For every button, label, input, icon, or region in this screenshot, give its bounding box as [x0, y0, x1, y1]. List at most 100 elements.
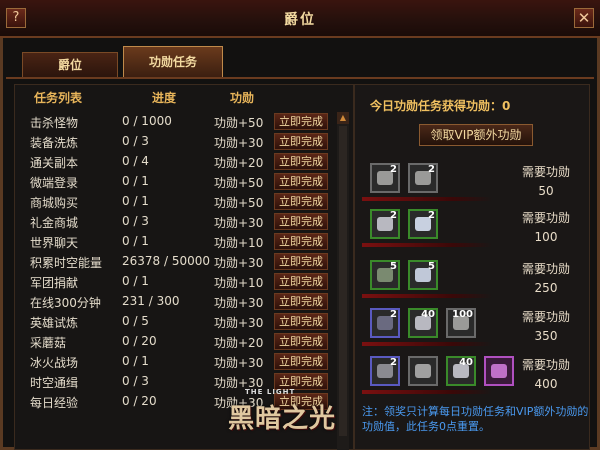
required-merit: 需要功勋 50: [506, 163, 586, 198]
task-progress: 0 / 1: [122, 194, 149, 208]
logo-subtitle: THE LIGHT: [245, 388, 296, 396]
reward-tier: 2 2 需要功勋 100: [362, 209, 590, 253]
task-progress: 0 / 1: [122, 174, 149, 188]
required-merit-label: 需要功勋: [521, 310, 570, 324]
table-row: 击杀怪物 0 / 1000 功勋+50 立即完成: [14, 112, 334, 132]
item-count: 40: [421, 309, 435, 320]
required-merit-value: 100: [534, 230, 558, 244]
header-progress: 进度: [152, 91, 177, 105]
logo-title: 黑暗之光: [228, 404, 337, 434]
reward-item-slot[interactable]: 2: [370, 209, 400, 239]
reward-item-slot[interactable]: 40: [446, 356, 476, 386]
game-logo: THE LIGHT 黑暗之光: [228, 388, 358, 448]
task-name: 微端登录: [30, 176, 79, 190]
table-row: 在线300分钟 231 / 300 功勋+30 立即完成: [14, 292, 334, 312]
tab-title[interactable]: 爵位: [22, 52, 118, 78]
task-name: 积累时空能量: [30, 256, 103, 270]
complete-now-button[interactable]: 立即完成: [274, 173, 328, 190]
complete-now-button[interactable]: 立即完成: [274, 113, 328, 130]
complete-now-button[interactable]: 立即完成: [274, 293, 328, 310]
required-merit: 需要功勋 400: [506, 356, 586, 391]
reward-item-slot[interactable]: [408, 356, 438, 386]
task-merit: 功勋+20: [214, 156, 264, 170]
reward-tier: 5 5 需要功勋 250: [362, 260, 590, 304]
table-row: 通关副本 0 / 4 功勋+20 立即完成: [14, 152, 334, 172]
reward-item-slot[interactable]: 2: [370, 163, 400, 193]
reward-note: 注：领奖只计算每日功勋任务和VIP额外功勋的功勋值，此任务0点重置。: [362, 405, 589, 433]
sword-icon: [415, 364, 431, 378]
complete-now-button[interactable]: 立即完成: [274, 213, 328, 230]
reward-item-slot[interactable]: 5: [370, 260, 400, 290]
complete-now-button[interactable]: 立即完成: [274, 153, 328, 170]
vip-claim-button[interactable]: 领取VIP额外功勋: [419, 124, 533, 146]
table-row: 冰火战场 0 / 1 功勋+30 立即完成: [14, 352, 334, 372]
reward-item-slot[interactable]: 100: [446, 308, 476, 338]
task-progress: 0 / 20: [122, 394, 157, 408]
close-button[interactable]: ✕: [574, 8, 594, 28]
tier-divider: [362, 243, 492, 247]
task-name: 击杀怪物: [30, 116, 79, 130]
reward-tier: 2 40 100 需要功勋 350: [362, 308, 590, 352]
item-count: 2: [428, 210, 435, 221]
tier-divider: [362, 390, 492, 394]
tier-divider: [362, 342, 492, 346]
item-count: 100: [452, 309, 473, 320]
header-merit: 功勋: [230, 91, 255, 105]
task-merit: 功勋+30: [214, 216, 264, 230]
required-merit-label: 需要功勋: [521, 262, 570, 276]
table-row: 礼金商城 0 / 3 功勋+30 立即完成: [14, 212, 334, 232]
task-merit: 功勋+30: [214, 136, 264, 150]
tab-divider: [6, 77, 594, 79]
task-progress: 0 / 3: [122, 374, 149, 388]
required-merit-label: 需要功勋: [521, 358, 570, 372]
reward-item-slot[interactable]: 2: [408, 209, 438, 239]
item-count: 2: [390, 357, 397, 368]
title-bar: ? 爵位 ✕: [0, 0, 600, 38]
task-rows: 击杀怪物 0 / 1000 功勋+50 立即完成 装备洗炼 0 / 3 功勋+30 立即完成通…: [14, 112, 334, 412]
table-row: 世界聊天 0 / 1 功勋+10 立即完成: [14, 232, 334, 252]
reward-item-slot[interactable]: 2: [408, 163, 438, 193]
complete-now-button[interactable]: 立即完成: [274, 313, 328, 330]
item-count: 2: [390, 210, 397, 221]
tier-divider: [362, 294, 492, 298]
task-name: 礼金商城: [30, 216, 79, 230]
task-name: 装备洗炼: [30, 136, 79, 150]
task-name: 商城购买: [30, 196, 79, 210]
complete-now-button[interactable]: 立即完成: [274, 333, 328, 350]
required-merit-value: 50: [538, 184, 554, 198]
reward-item-slot[interactable]: 40: [408, 308, 438, 338]
item-count: 2: [390, 164, 397, 175]
header-task-name: 任务列表: [34, 91, 83, 105]
task-progress: 231 / 300: [122, 294, 180, 308]
complete-now-button[interactable]: 立即完成: [274, 353, 328, 370]
reward-item-slot[interactable]: 2: [370, 308, 400, 338]
tier-divider: [362, 197, 492, 201]
reward-item-slot[interactable]: 5: [408, 260, 438, 290]
complete-now-button[interactable]: 立即完成: [274, 273, 328, 290]
task-name: 通关副本: [30, 156, 79, 170]
tab-merit-tasks[interactable]: 功勋任务: [123, 46, 223, 78]
complete-now-button[interactable]: 立即完成: [274, 253, 328, 270]
task-progress: 0 / 5: [122, 314, 149, 328]
item-count: 40: [459, 357, 473, 368]
required-merit-value: 400: [534, 377, 558, 391]
table-row: 英雄试炼 0 / 5 功勋+30 立即完成: [14, 312, 334, 332]
task-merit: 功勋+30: [214, 356, 264, 370]
window-title: 爵位: [284, 12, 316, 28]
table-row: 装备洗炼 0 / 3 功勋+30 立即完成: [14, 132, 334, 152]
task-merit: 功勋+50: [214, 116, 264, 130]
scroll-up-arrow-icon[interactable]: ▲: [337, 112, 349, 124]
task-progress: 0 / 1: [122, 274, 149, 288]
task-name: 每日经验: [30, 396, 79, 410]
task-name: 世界聊天: [30, 236, 79, 250]
reward-item-slot[interactable]: 2: [370, 356, 400, 386]
item-count: 2: [428, 164, 435, 175]
complete-now-button[interactable]: 立即完成: [274, 193, 328, 210]
complete-now-button[interactable]: 立即完成: [274, 133, 328, 150]
complete-now-button[interactable]: 立即完成: [274, 233, 328, 250]
task-merit: 功勋+30: [214, 296, 264, 310]
task-merit: 功勋+50: [214, 176, 264, 190]
table-row: 采蘑菇 0 / 20 功勋+20 立即完成: [14, 332, 334, 352]
task-progress: 0 / 1: [122, 234, 149, 248]
task-progress: 0 / 4: [122, 154, 149, 168]
